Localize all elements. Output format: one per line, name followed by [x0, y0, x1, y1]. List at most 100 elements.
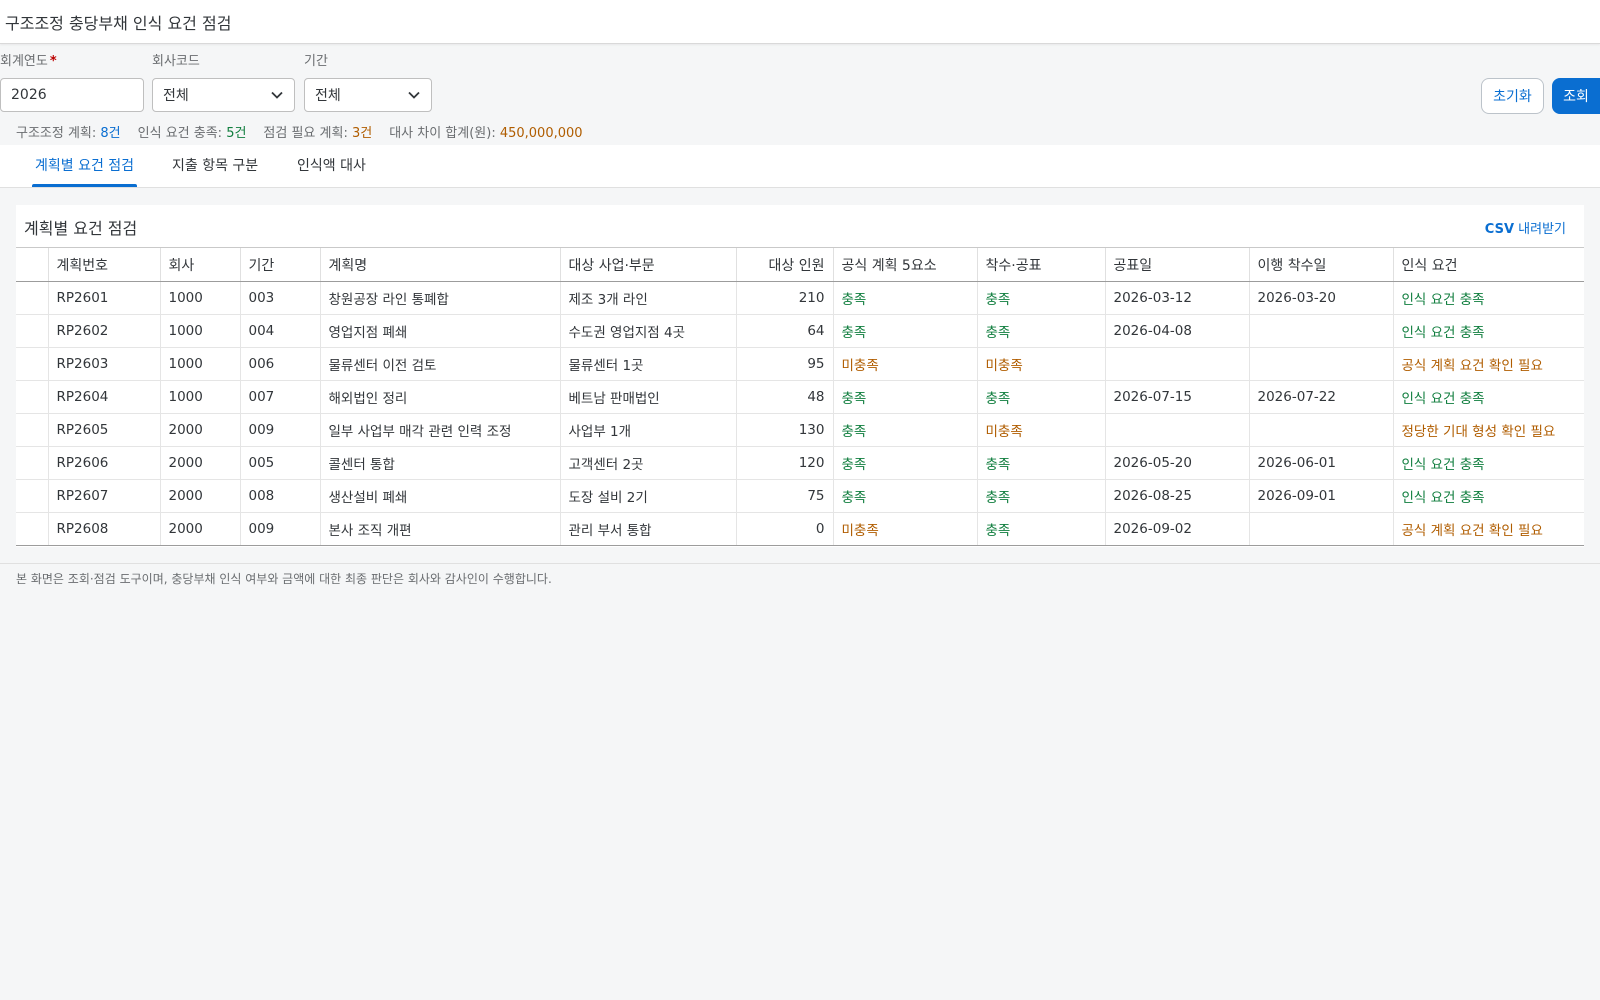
formal-plan-cell: 미충족 [832, 512, 977, 546]
plan-name-cell: 콜센터 통합 [319, 446, 560, 480]
column-header-plan-name[interactable]: 계획명 [319, 247, 560, 282]
recognition-status-cell: 인식 요건 충족 [1392, 314, 1584, 348]
footer-note: 본 화면은 조회·점검 도구이며, 충당부채 인식 여부와 금액에 대한 최종 … [16, 572, 552, 586]
column-header-headcount[interactable]: 대상 인원 [735, 247, 833, 282]
plan-no-cell: RP2604 [47, 380, 160, 414]
start-date-cell [1248, 347, 1393, 381]
target-cell: 도장 설비 2기 [559, 479, 736, 513]
column-header-start-date[interactable]: 이행 착수일 [1248, 247, 1393, 282]
plan-name-cell: 해외법인 정리 [319, 380, 560, 414]
company-cell: 1000 [159, 314, 240, 348]
fiscal-year-label: 회계연도 * [0, 54, 57, 69]
recognition-status-cell: 인식 요건 충족 [1392, 380, 1584, 414]
tab-expense-classification[interactable]: 지출 항목 구분 [172, 145, 258, 187]
plan-name-cell: 생산설비 폐쇄 [319, 479, 560, 513]
reset-button[interactable]: 초기화 [1481, 78, 1544, 114]
select-cell [16, 512, 48, 546]
period-cell: 009 [239, 413, 320, 447]
period-cell: 003 [239, 281, 320, 315]
target-cell: 관리 부서 통합 [559, 512, 736, 546]
period-select[interactable]: 전체 [304, 78, 432, 112]
announce-date-cell: 2026-09-02 [1104, 512, 1249, 546]
column-header-plan-no[interactable]: 계획번호 [47, 247, 160, 282]
start-date-cell: 2026-07-22 [1248, 380, 1393, 414]
select-cell [16, 281, 48, 315]
column-header-target[interactable]: 대상 사업·부문 [559, 247, 736, 282]
column-header-select [16, 247, 48, 282]
table-row[interactable]: RP2606 2000 005 콜센터 통합 고객센터 2곳 120 충족 충족 2026-05… [16, 446, 1584, 480]
start-date-cell [1248, 413, 1393, 447]
announce-date-cell: 2026-04-08 [1104, 314, 1249, 348]
company-cell: 2000 [159, 413, 240, 447]
announce-date-cell: 2026-03-12 [1104, 281, 1249, 315]
column-header-formal-plan[interactable]: 공식 계획 5요소 [832, 247, 977, 282]
fiscal-year-input[interactable]: 2026 [0, 78, 144, 112]
plan-name-cell: 영업지점 폐쇄 [319, 314, 560, 348]
column-header-company[interactable]: 회사 [159, 247, 240, 282]
formal-plan-cell: 미충족 [832, 347, 977, 381]
recognition-status-cell: 공식 계획 요건 확인 필요 [1392, 512, 1584, 546]
headcount-cell: 210 [735, 281, 833, 315]
select-cell [16, 380, 48, 414]
required-mark: * [49, 54, 57, 69]
tab-requirement-check[interactable]: 계획별 요건 점검 [32, 145, 138, 187]
summary-bar: 구조조정 계획: 8건 인식 요건 충족: 5건 점검 필요 계획: 3건 대사… [16, 124, 600, 144]
period-select-value: 전체 [315, 88, 341, 104]
period-filter: 기간 전체 [304, 52, 432, 112]
summary-review: 점검 필요 계획: 3건 [263, 126, 373, 141]
column-header-period[interactable]: 기간 [239, 247, 320, 282]
period-cell: 004 [239, 314, 320, 348]
table-row[interactable]: RP2607 2000 008 생산설비 폐쇄 도장 설비 2기 75 충족 충족 2026-0… [16, 479, 1584, 513]
headcount-cell: 75 [735, 479, 833, 513]
select-cell [16, 479, 48, 513]
recognition-status-cell: 인식 요건 충족 [1392, 479, 1584, 513]
target-cell: 사업부 1개 [559, 413, 736, 447]
table-row[interactable]: RP2604 1000 007 해외법인 정리 베트남 판매법인 48 충족 충족 2026-0… [16, 380, 1584, 414]
table-row[interactable]: RP2601 1000 003 창원공장 라인 통폐합 제조 3개 라인 210 충족 충족 2… [16, 281, 1584, 315]
app-header: 구조조정 충당부채 인식 요건 점검 [0, 0, 1600, 44]
period-cell: 005 [239, 446, 320, 480]
plan-name-cell: 일부 사업부 매각 관련 인력 조정 [319, 413, 560, 447]
start-date-cell [1248, 314, 1393, 348]
table-row[interactable]: RP2603 1000 006 물류센터 이전 검토 물류센터 1곳 95 미충족 미충족 공식… [16, 347, 1584, 381]
tab-bar: 계획별 요건 점검 지출 항목 구분 인식액 대사 [0, 145, 1600, 188]
column-header-announce-date[interactable]: 공표일 [1104, 247, 1249, 282]
target-cell: 물류센터 1곳 [559, 347, 736, 381]
recognition-status-cell: 정당한 기대 형성 확인 필요 [1392, 413, 1584, 447]
company-cell: 1000 [159, 347, 240, 381]
csv-download-link[interactable]: CSV 내려받기 [1485, 218, 1566, 237]
tab-amount-reconciliation[interactable]: 인식액 대사 [297, 145, 366, 187]
summary-diff: 대사 차이 합계(원): 450,000,000 [389, 126, 583, 141]
announce-cell: 충족 [976, 281, 1105, 315]
column-header-recognition[interactable]: 인식 요건 [1392, 247, 1584, 282]
start-date-cell: 2026-06-01 [1248, 446, 1393, 480]
announce-cell: 충족 [976, 479, 1105, 513]
company-cell: 2000 [159, 479, 240, 513]
table-row[interactable]: RP2605 2000 009 일부 사업부 매각 관련 인력 조정 사업부 1개 130… [16, 413, 1584, 447]
announce-cell: 충족 [976, 512, 1105, 546]
plan-no-cell: RP2605 [47, 413, 160, 447]
company-select[interactable]: 전체 [152, 78, 295, 112]
formal-plan-cell: 충족 [832, 281, 977, 315]
fiscal-year-value: 2026 [11, 87, 47, 103]
formal-plan-cell: 충족 [832, 479, 977, 513]
target-cell: 고객센터 2곳 [559, 446, 736, 480]
chevron-down-icon [271, 91, 283, 99]
headcount-cell: 95 [735, 347, 833, 381]
announce-date-cell [1104, 413, 1249, 447]
announce-cell: 충족 [976, 314, 1105, 348]
table-row[interactable]: RP2602 1000 004 영업지점 폐쇄 수도권 영업지점 4곳 64 충족 충족 202… [16, 314, 1584, 348]
table-row[interactable]: RP2608 2000 009 본사 조직 개편 관리 부서 통합 0 미충족 충족 2026-… [16, 512, 1584, 546]
target-cell: 베트남 판매법인 [559, 380, 736, 414]
select-cell [16, 347, 48, 381]
announce-cell: 미충족 [976, 347, 1105, 381]
period-cell: 008 [239, 479, 320, 513]
company-cell: 2000 [159, 512, 240, 546]
target-cell: 수도권 영업지점 4곳 [559, 314, 736, 348]
announce-cell: 충족 [976, 380, 1105, 414]
search-button[interactable]: 조회 [1552, 78, 1600, 114]
company-cell: 1000 [159, 380, 240, 414]
announce-cell: 미충족 [976, 413, 1105, 447]
column-header-announce[interactable]: 착수·공표 [976, 247, 1105, 282]
plan-no-cell: RP2606 [47, 446, 160, 480]
